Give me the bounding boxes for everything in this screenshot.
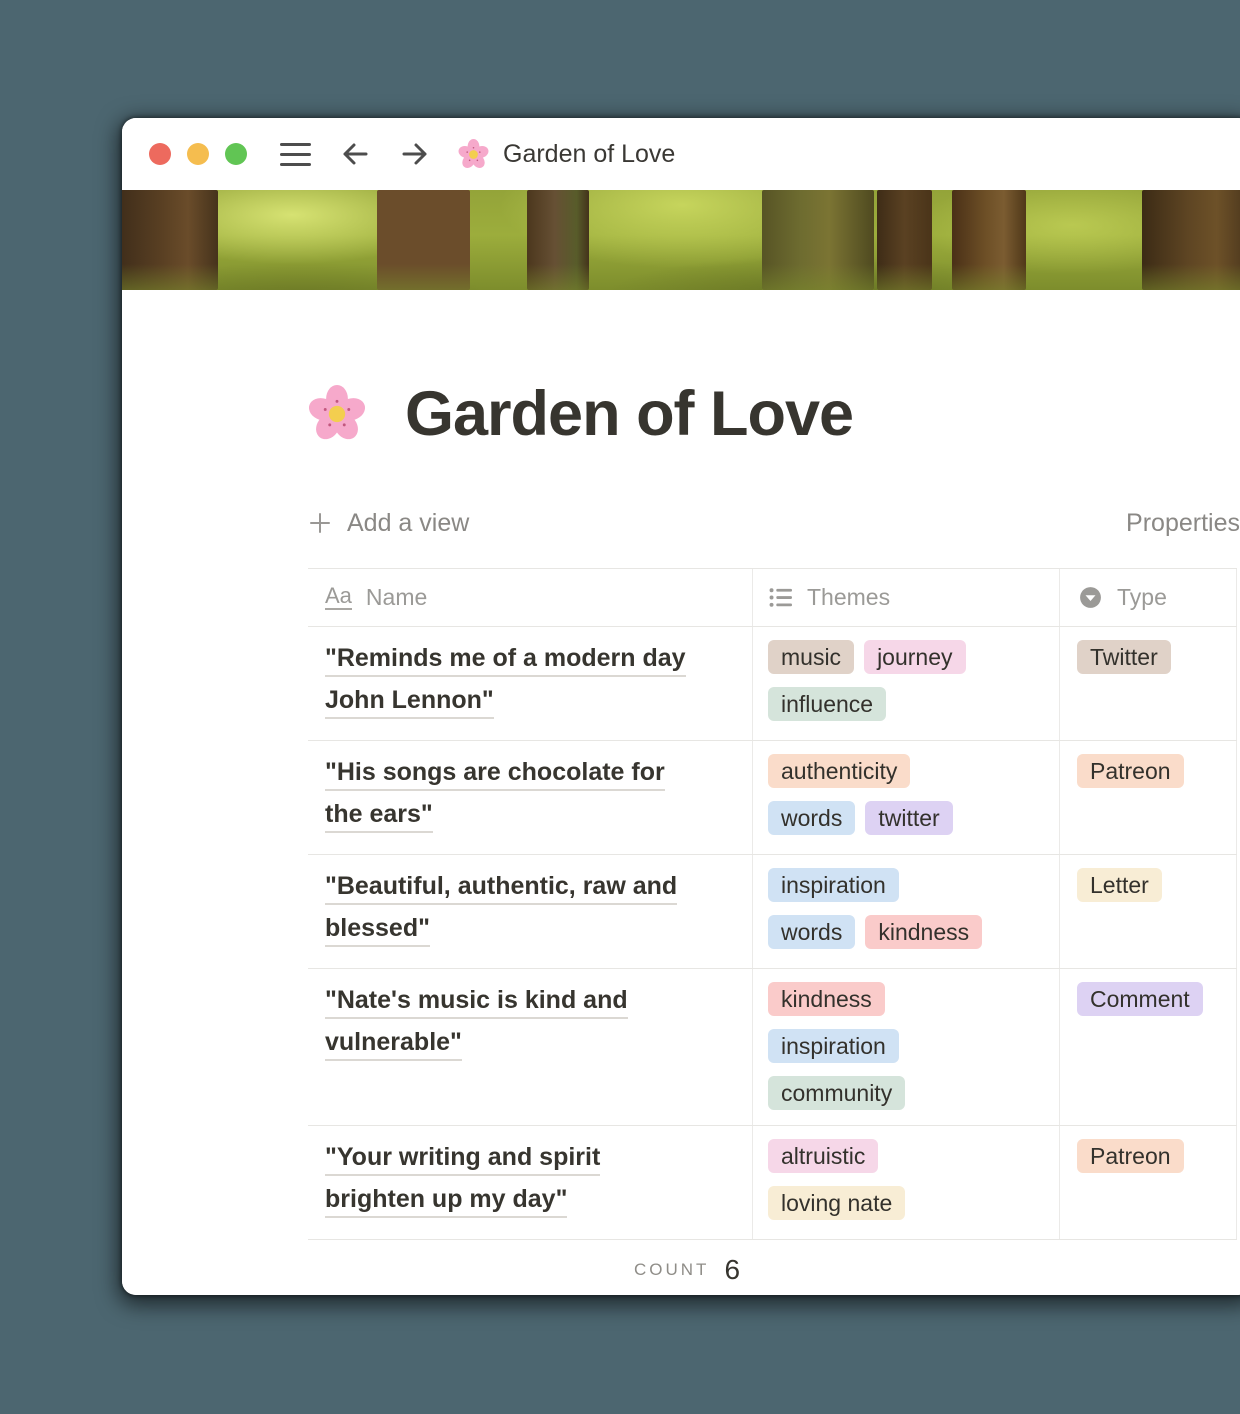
theme-tag[interactable]: influence xyxy=(768,687,886,721)
tag-line-break xyxy=(768,1063,1044,1076)
theme-tag[interactable]: journey xyxy=(864,640,965,674)
table-body: "Reminds me of a modern day John Lennon" m… xyxy=(308,627,1237,1240)
theme-tag[interactable]: authenticity xyxy=(768,754,910,788)
select-property-icon xyxy=(1078,585,1103,610)
tree-trunk xyxy=(527,190,589,290)
traffic-lights xyxy=(149,143,247,165)
row-title-text: brighten up my day" xyxy=(325,1182,567,1218)
theme-tag[interactable]: twitter xyxy=(865,801,952,835)
tree-trunk xyxy=(377,190,470,290)
row-title-text: "Nate's music is kind and xyxy=(325,983,628,1019)
column-label: Name xyxy=(366,584,427,611)
hamburger-menu-icon[interactable] xyxy=(280,143,311,166)
row-themes-cell[interactable]: inspiration words kindness xyxy=(753,855,1060,968)
type-tag[interactable]: Patreon xyxy=(1077,1139,1184,1173)
row-title-text: the ears" xyxy=(325,797,433,833)
page-header: Garden of Love xyxy=(308,378,1240,450)
theme-tag[interactable]: kindness xyxy=(865,915,982,949)
theme-tag[interactable]: music xyxy=(768,640,854,674)
row-title-text: blessed" xyxy=(325,911,430,947)
row-type-cell[interactable]: Patreon xyxy=(1060,741,1237,854)
row-title-text: John Lennon" xyxy=(325,683,494,719)
tag-line-break xyxy=(768,902,1044,915)
theme-tag[interactable]: words xyxy=(768,915,855,949)
row-title-text: "Reminds me of a modern day xyxy=(325,641,686,677)
page-emoji-cherry-blossom-icon[interactable] xyxy=(308,385,366,443)
column-header-themes[interactable]: Themes xyxy=(753,569,1060,626)
theme-tag[interactable]: loving nate xyxy=(768,1186,905,1220)
column-header-name[interactable]: Aa Name xyxy=(308,569,753,626)
row-type-cell[interactable]: Twitter xyxy=(1060,627,1237,740)
theme-tag[interactable]: community xyxy=(768,1076,905,1110)
table-row[interactable]: "Reminds me of a modern day John Lennon" m… xyxy=(308,627,1237,741)
table-footer: COUNT 6 xyxy=(122,1240,1240,1295)
type-tag[interactable]: Twitter xyxy=(1077,640,1171,674)
tag-line-break xyxy=(768,1173,1044,1186)
app-window: Garden of Love xyxy=(122,118,1240,1295)
tree-trunk xyxy=(122,190,218,290)
tree-trunk xyxy=(762,190,874,290)
page-title[interactable]: Garden of Love xyxy=(405,378,853,450)
row-title-text: "Your writing and spirit xyxy=(325,1140,600,1176)
row-title-text: "Beautiful, authentic, raw and xyxy=(325,869,677,905)
table-header-row: Aa Name Themes Type xyxy=(308,568,1237,627)
row-themes-cell[interactable]: music journey influence xyxy=(753,627,1060,740)
type-tag[interactable]: Comment xyxy=(1077,982,1203,1016)
theme-tag[interactable]: inspiration xyxy=(768,1029,899,1063)
row-themes-cell[interactable]: altruistic loving nate xyxy=(753,1126,1060,1239)
theme-tag[interactable]: altruistic xyxy=(768,1139,878,1173)
row-name-cell[interactable]: "Nate's music is kind and vulnerable" xyxy=(308,969,753,1125)
cherry-blossom-icon xyxy=(458,139,489,170)
column-label: Themes xyxy=(807,584,890,611)
row-name-cell[interactable]: "Reminds me of a modern day John Lennon" xyxy=(308,627,753,740)
desktop: { "titlebar": { "title": "Garden of Love… xyxy=(0,0,1240,1414)
table-row[interactable]: "His songs are chocolate for the ears" aut… xyxy=(308,741,1237,855)
views-toolbar: Add a view Properties xyxy=(308,504,1240,542)
tree-trunk xyxy=(1142,190,1240,290)
type-tag[interactable]: Letter xyxy=(1077,868,1162,902)
forward-arrow-icon[interactable] xyxy=(399,138,431,170)
multiselect-list-icon xyxy=(768,585,793,610)
tree-trunk xyxy=(952,190,1026,290)
plus-icon xyxy=(308,511,332,535)
row-name-cell[interactable]: "Beautiful, authentic, raw and blessed" xyxy=(308,855,753,968)
theme-tag[interactable]: words xyxy=(768,801,855,835)
type-tag[interactable]: Patreon xyxy=(1077,754,1184,788)
row-title-text: vulnerable" xyxy=(325,1025,462,1061)
row-type-cell[interactable]: Comment xyxy=(1060,969,1237,1125)
row-themes-cell[interactable]: authenticity words twitter xyxy=(753,741,1060,854)
row-type-cell[interactable]: Letter xyxy=(1060,855,1237,968)
window-titlebar[interactable]: Garden of Love xyxy=(122,118,1240,190)
count-value: 6 xyxy=(724,1254,740,1286)
back-arrow-icon[interactable] xyxy=(339,138,371,170)
add-view-button[interactable]: Add a view xyxy=(308,509,469,538)
table-row[interactable]: "Nate's music is kind and vulnerable" kind… xyxy=(308,969,1237,1126)
cover-image[interactable] xyxy=(122,190,1240,290)
tag-line-break xyxy=(768,674,1044,687)
table-row[interactable]: "Your writing and spirit brighten up my d… xyxy=(308,1126,1237,1240)
theme-tag[interactable]: kindness xyxy=(768,982,885,1016)
page-content: Garden of Love Add a view Properties Aa … xyxy=(122,378,1240,1295)
zoom-window-button[interactable] xyxy=(225,143,247,165)
row-themes-cell[interactable]: kindness inspiration community xyxy=(753,969,1060,1125)
row-name-cell[interactable]: "Your writing and spirit brighten up my d… xyxy=(308,1126,753,1239)
window-title: Garden of Love xyxy=(503,140,675,169)
tree-trunk xyxy=(877,190,932,290)
theme-tag[interactable]: inspiration xyxy=(768,868,899,902)
minimize-window-button[interactable] xyxy=(187,143,209,165)
title-property-icon: Aa xyxy=(325,585,352,610)
column-label: Type xyxy=(1117,584,1167,611)
row-type-cell[interactable]: Patreon xyxy=(1060,1126,1237,1239)
table-row[interactable]: "Beautiful, authentic, raw and blessed" in… xyxy=(308,855,1237,969)
row-title-text: "His songs are chocolate for xyxy=(325,755,665,791)
add-view-label: Add a view xyxy=(347,509,469,538)
tag-line-break xyxy=(768,788,1044,801)
database-table: Aa Name Themes Type xyxy=(308,568,1237,1295)
count-label[interactable]: COUNT xyxy=(634,1260,709,1280)
row-name-cell[interactable]: "His songs are chocolate for the ears" xyxy=(308,741,753,854)
tag-line-break xyxy=(768,1016,1044,1029)
properties-button[interactable]: Properties xyxy=(1126,509,1240,538)
close-window-button[interactable] xyxy=(149,143,171,165)
column-header-type[interactable]: Type xyxy=(1060,569,1237,626)
